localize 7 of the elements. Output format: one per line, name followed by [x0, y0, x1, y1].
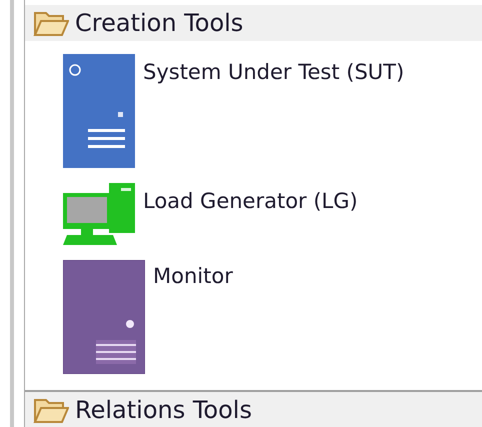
- tool-label[interactable]: System Under Test (SUT): [143, 60, 404, 84]
- drawer-header[interactable]: Creation Tools: [25, 5, 482, 42]
- tool-label[interactable]: Load Generator (LG): [143, 189, 358, 214]
- panel-sash[interactable]: [10, 0, 25, 427]
- drawer-header[interactable]: Relations Tools: [25, 390, 482, 427]
- folder-icon: [33, 9, 69, 38]
- tool-label[interactable]: Monitor: [153, 264, 233, 288]
